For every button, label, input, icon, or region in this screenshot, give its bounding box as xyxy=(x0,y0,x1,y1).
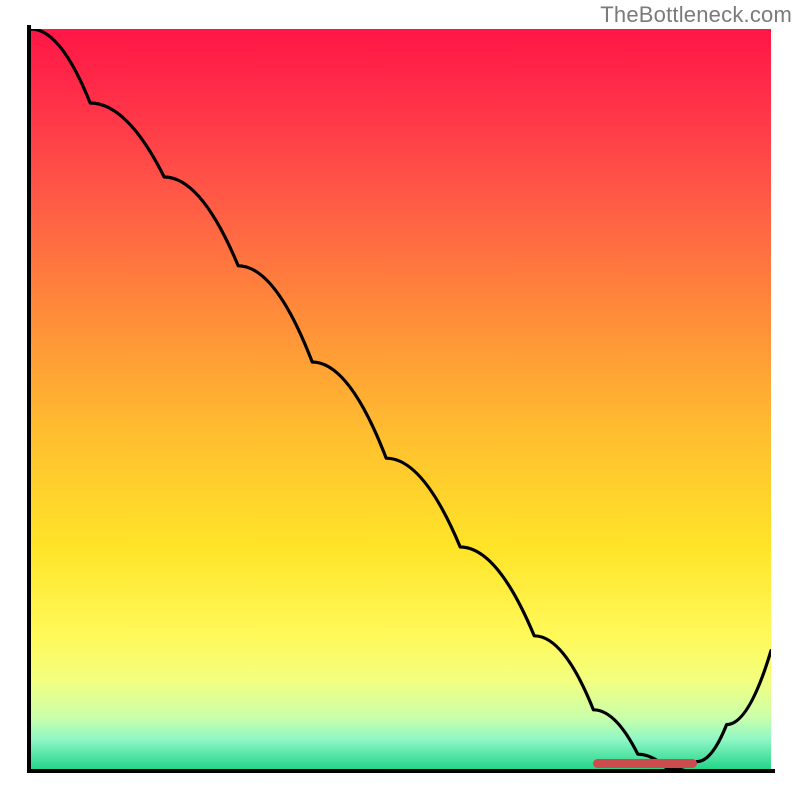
optimal-range-marker xyxy=(593,759,697,768)
x-axis xyxy=(27,769,775,773)
bottleneck-curve xyxy=(31,29,771,769)
chart-plot-area xyxy=(31,29,771,769)
watermark-text: TheBottleneck.com xyxy=(600,2,792,28)
